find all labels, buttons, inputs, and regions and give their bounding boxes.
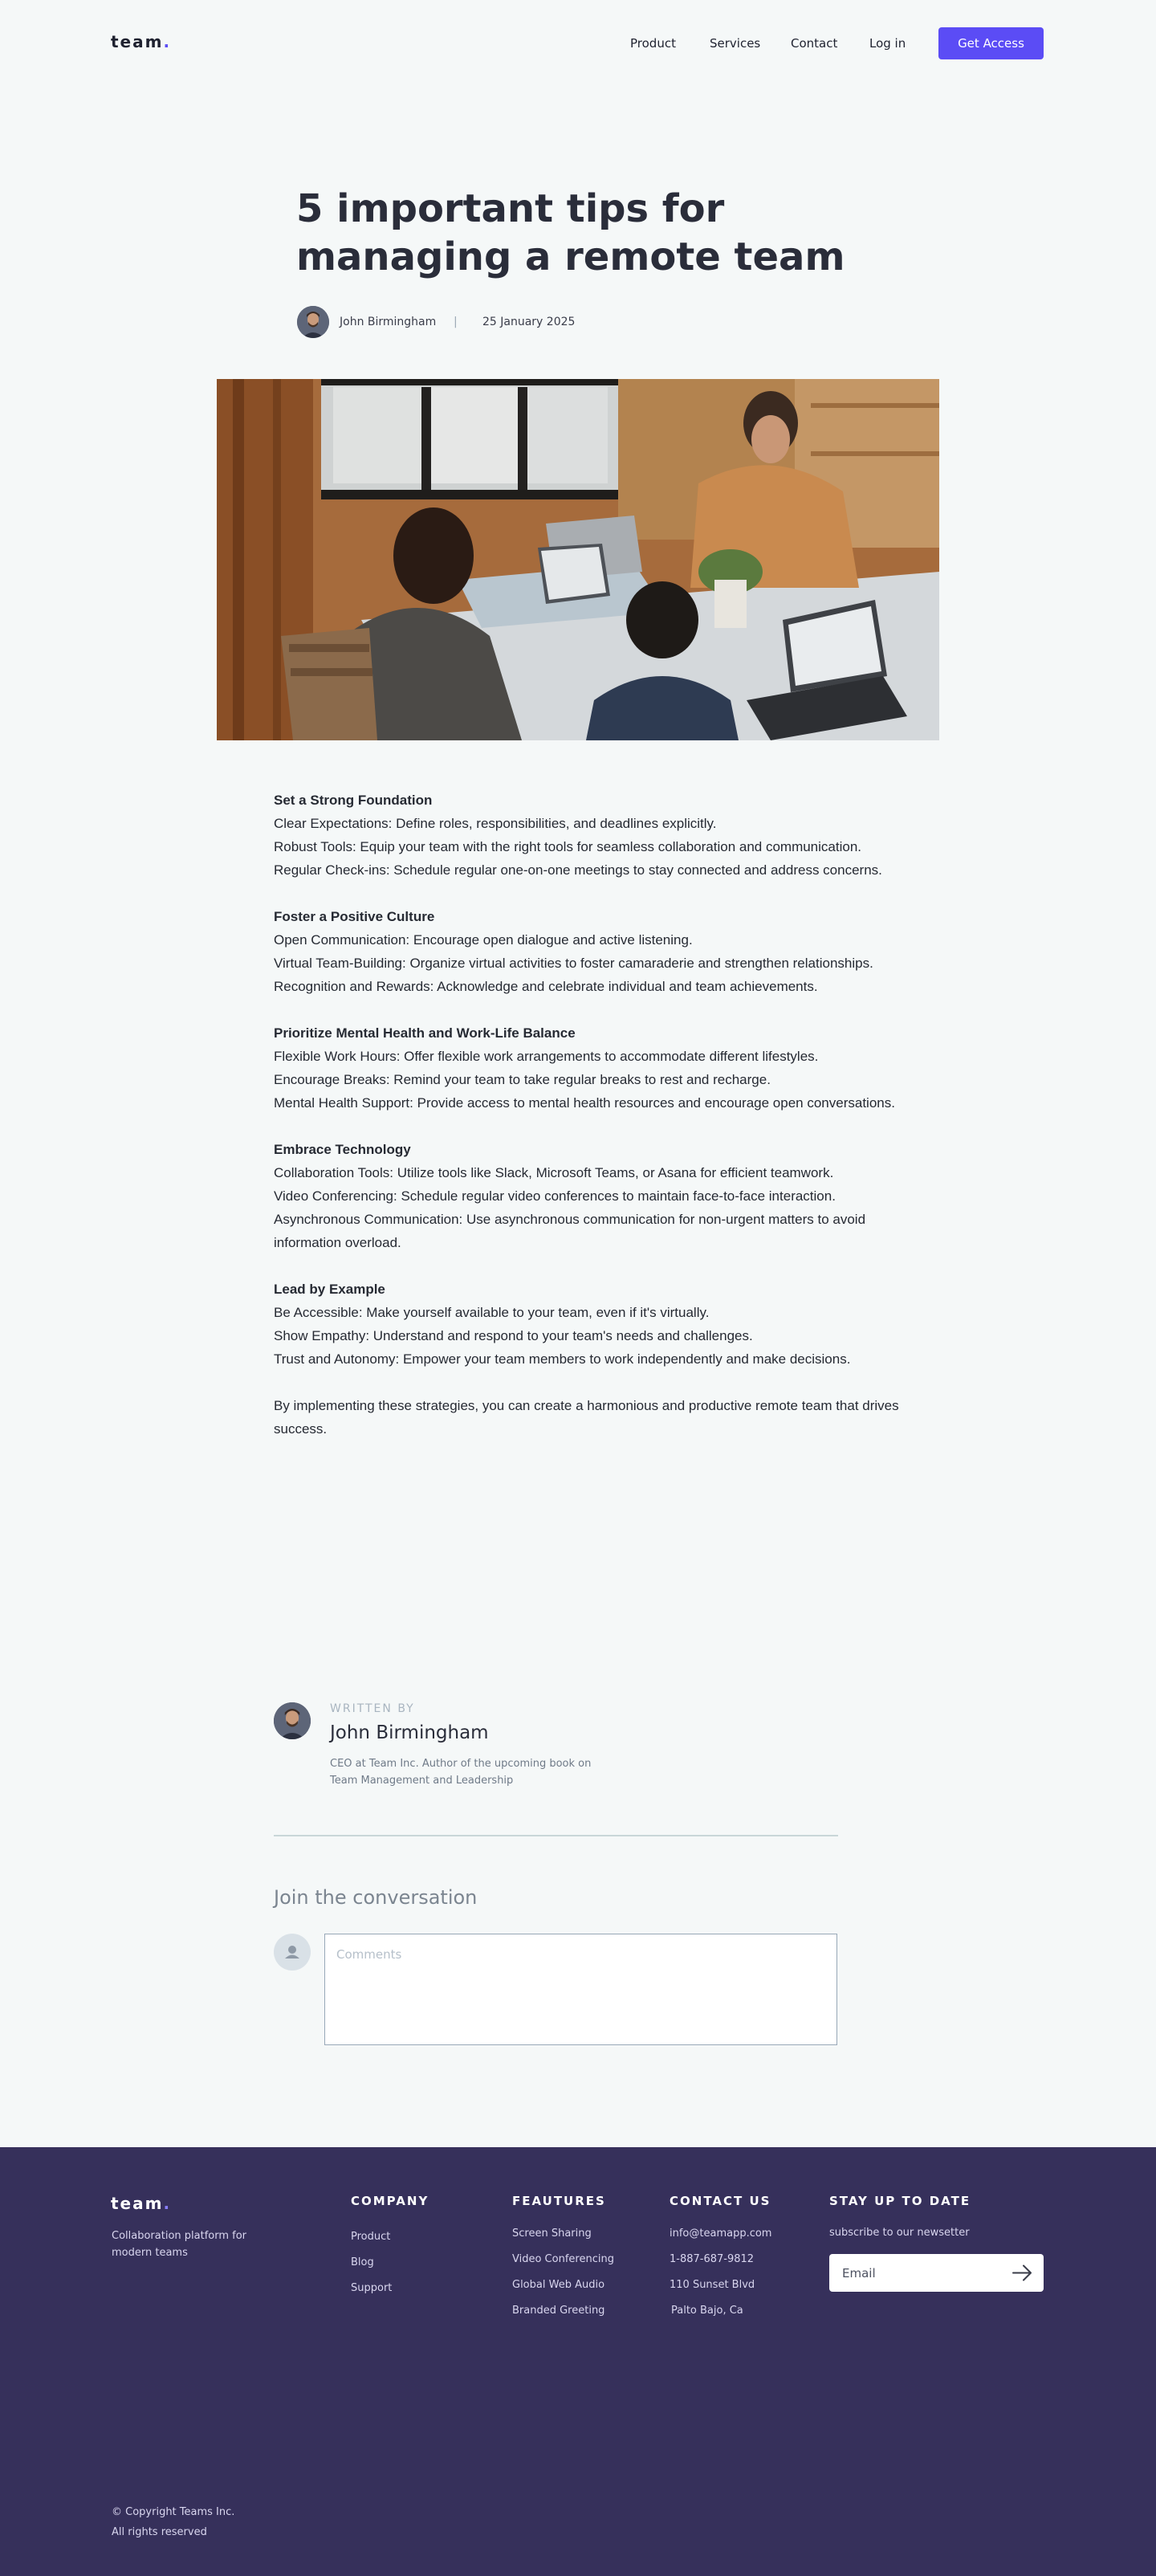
logo-dot: .	[163, 32, 172, 51]
article-section: Set a Strong Foundation Clear Expectatio…	[274, 789, 900, 882]
footer-contact-email[interactable]: info@teamapp.com	[670, 2228, 771, 2240]
article-section: Prioritize Mental Health and Work-Life B…	[274, 1021, 900, 1115]
copyright-line: All rights reserved	[112, 2526, 207, 2538]
section-heading: Embrace Technology	[274, 1142, 411, 1157]
site-footer: team. Collaboration platform for modern …	[0, 2147, 1156, 2576]
logo[interactable]: team.	[111, 32, 171, 51]
comments-heading: Join the conversation	[274, 1886, 478, 1909]
section-heading: Set a Strong Foundation	[274, 793, 433, 808]
footer-contact-address: 110 Sunset Blvd	[670, 2279, 755, 2291]
footer-link-product[interactable]: Product	[351, 2231, 390, 2243]
site-header: team. Product Services Contact Log in Ge…	[0, 0, 1156, 88]
article-section: Lead by Example Be Accessible: Make your…	[274, 1278, 900, 1371]
divider	[274, 1835, 838, 1836]
meta-author-name[interactable]: John Birmingham	[340, 316, 436, 328]
nav-login[interactable]: Log in	[869, 36, 906, 51]
section-heading: Prioritize Mental Health and Work-Life B…	[274, 1025, 576, 1041]
meta-separator: |	[454, 316, 458, 328]
footer-link-video-conferencing[interactable]: Video Conferencing	[512, 2253, 614, 2265]
section-item: Collaboration Tools: Utilize tools like …	[274, 1165, 834, 1180]
section-item: Trust and Autonomy: Empower your team me…	[274, 1351, 851, 1367]
section-item: Virtual Team-Building: Organize virtual …	[274, 956, 873, 971]
article-body: Set a Strong Foundation Clear Expectatio…	[274, 789, 900, 1441]
hero-image	[217, 379, 939, 740]
meta-date: 25 January 2025	[482, 316, 576, 328]
author-box-avatar	[274, 1702, 311, 1739]
section-item: Flexible Work Hours: Offer flexible work…	[274, 1049, 819, 1064]
footer-logo-dot: .	[163, 2194, 172, 2213]
section-item: Show Empathy: Understand and respond to …	[274, 1328, 753, 1343]
footer-copyright: © Copyright Teams Inc. All rights reserv…	[112, 2502, 234, 2542]
logo-text: team	[111, 32, 164, 51]
section-item: Regular Check-ins: Schedule regular one-…	[274, 862, 882, 878]
footer-tagline: Collaboration platform for modern teams	[112, 2230, 247, 2259]
newsletter-email-input[interactable]	[842, 2254, 1003, 2292]
section-item: Clear Expectations: Define roles, respon…	[274, 816, 717, 831]
footer-contact-heading: CONTACT US	[670, 2194, 771, 2208]
article-closing: By implementing these strategies, you ca…	[274, 1398, 899, 1437]
footer-logo-text: team	[111, 2194, 164, 2213]
nav-contact[interactable]: Contact	[791, 36, 837, 51]
footer-company-heading: COMPANY	[351, 2194, 429, 2208]
get-access-button[interactable]: Get Access	[938, 27, 1044, 59]
author-bio: CEO at Team Inc. Author of the upcoming …	[330, 1758, 592, 1787]
section-item: Asynchronous Communication: Use asynchro…	[274, 1212, 866, 1250]
nav-services[interactable]: Services	[710, 36, 760, 51]
footer-logo[interactable]: team.	[111, 2194, 171, 2213]
footer-contact-phone: 1-887-687-9812	[670, 2253, 755, 2265]
footer-link-screen-sharing[interactable]: Screen Sharing	[512, 2228, 592, 2240]
footer-newsletter-text: subscribe to our newsetter	[829, 2227, 970, 2239]
nav-product[interactable]: Product	[630, 36, 676, 51]
footer-newsletter-heading: STAY UP TO DATE	[829, 2194, 971, 2208]
article-section: Embrace Technology Collaboration Tools: …	[274, 1138, 900, 1254]
section-item: Encourage Breaks: Remind your team to ta…	[274, 1072, 771, 1087]
copyright-line: © Copyright Teams Inc.	[112, 2506, 235, 2518]
author-avatar	[297, 306, 329, 338]
section-item: Be Accessible: Make yourself available t…	[274, 1305, 710, 1320]
comment-input[interactable]	[324, 1934, 837, 2045]
footer-contact-city: Palto Bajo, Ca	[671, 2305, 743, 2317]
user-icon	[274, 1934, 311, 1971]
newsletter-form	[829, 2254, 1044, 2292]
section-item: Robust Tools: Equip your team with the r…	[274, 839, 862, 854]
footer-link-branded-greeting[interactable]: Branded Greeting	[512, 2305, 604, 2317]
author-box-name[interactable]: John Birmingham	[330, 1722, 489, 1743]
section-item: Mental Health Support: Provide access to…	[274, 1095, 895, 1111]
section-item: Recognition and Rewards: Acknowledge and…	[274, 979, 818, 994]
footer-link-global-web-audio[interactable]: Global Web Audio	[512, 2279, 604, 2291]
arrow-right-icon[interactable]	[1011, 2263, 1035, 2283]
section-item: Open Communication: Encourage open dialo…	[274, 932, 693, 948]
written-by-label: WRITTEN BY	[330, 1702, 415, 1715]
article-title: 5 important tips for managing a remote t…	[296, 186, 845, 279]
footer-features-heading: FEAUTURES	[512, 2194, 606, 2208]
footer-link-support[interactable]: Support	[351, 2282, 392, 2294]
footer-link-blog[interactable]: Blog	[351, 2256, 374, 2268]
section-heading: Foster a Positive Culture	[274, 909, 435, 924]
section-heading: Lead by Example	[274, 1282, 385, 1297]
article-section: Foster a Positive Culture Open Communica…	[274, 905, 900, 998]
section-item: Video Conferencing: Schedule regular vid…	[274, 1188, 836, 1204]
